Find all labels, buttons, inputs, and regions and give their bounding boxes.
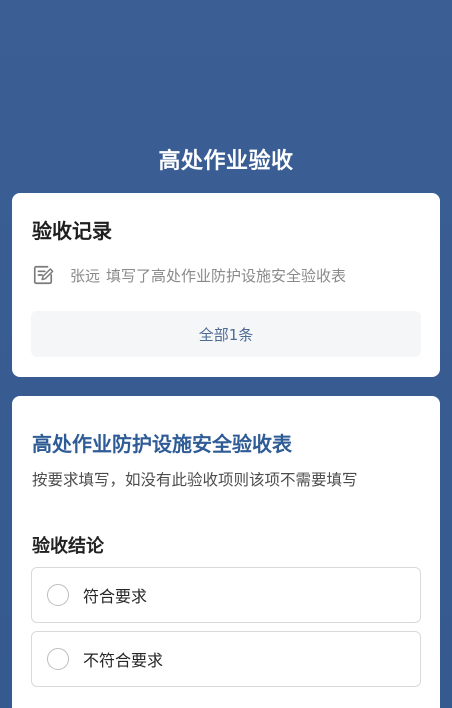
conclusion-label: 验收结论: [32, 536, 104, 557]
view-all-records-button[interactable]: 全部1条: [31, 311, 421, 357]
records-heading: 验收记录: [32, 219, 112, 243]
page-title: 高处作业验收: [158, 149, 294, 174]
option-noncompliant[interactable]: 不符合要求: [31, 631, 421, 687]
form-title: 高处作业防护设施安全验收表: [32, 432, 292, 456]
record-item[interactable]: 张远 填写了高处作业防护设施安全验收表: [32, 263, 346, 287]
radio-button[interactable]: [47, 584, 69, 606]
edit-form-icon: [33, 265, 54, 285]
option-compliant[interactable]: 符合要求: [31, 567, 421, 623]
record-author: 张远: [70, 266, 101, 285]
option-label: 符合要求: [83, 587, 148, 606]
record-description: 填写了高处作业防护设施安全验收表: [106, 266, 347, 285]
form-description: 按要求填写，如没有此验收项则该项不需要填写: [32, 471, 358, 489]
records-card: 验收记录 张远 填写了高处作业防护设施安全验收表 全部1条: [12, 193, 440, 377]
option-label: 不符合要求: [83, 651, 164, 670]
form-card: 高处作业防护设施安全验收表 按要求填写，如没有此验收项则该项不需要填写 验收结论…: [12, 396, 440, 708]
radio-button[interactable]: [47, 648, 69, 670]
